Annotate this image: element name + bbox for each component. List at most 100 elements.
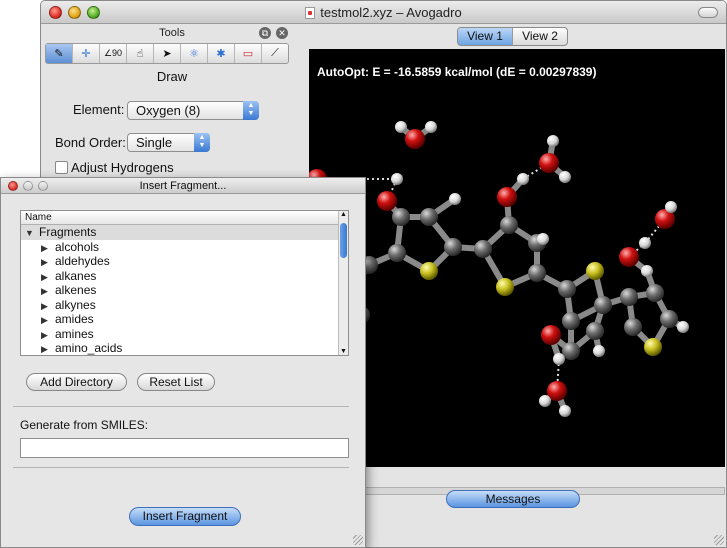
hydrogen-atom[interactable] [639, 237, 651, 249]
hydrogen-atom[interactable] [537, 233, 549, 245]
bond-order-select[interactable]: Single ▲ ▼ [127, 133, 210, 152]
insert-fragment-button[interactable]: Insert Fragment [129, 507, 241, 526]
triangle-down-icon[interactable]: ▼ [25, 226, 39, 240]
panel-float-icon[interactable]: ⧉ [259, 27, 271, 39]
tree-item[interactable]: ▶ amines [21, 327, 348, 342]
bond-order-label: Bond Order: [55, 135, 126, 150]
molecule-viewport[interactable]: AutoOpt: E = -16.5859 kcal/mol (dE = 0.0… [309, 49, 725, 467]
carbon-atom[interactable] [500, 216, 518, 234]
sulfur-atom[interactable] [586, 262, 604, 280]
reset-list-button[interactable]: Reset List [137, 373, 215, 391]
autoopt-tool-button[interactable]: ✱ [208, 44, 235, 63]
carbon-atom[interactable] [660, 310, 678, 328]
tree-item[interactable]: ▶ alkanes [21, 269, 348, 284]
sulfur-atom[interactable] [420, 262, 438, 280]
carbon-atom[interactable] [620, 288, 638, 306]
window-titlebar[interactable]: testmol2.xyz – Avogadro [41, 1, 726, 24]
tree-item-label: amino_acids [55, 341, 123, 355]
carbon-atom[interactable] [624, 318, 642, 336]
bond-centric-tool-button[interactable]: ⟋ [262, 44, 288, 63]
triangle-right-icon[interactable]: ▶ [41, 270, 55, 284]
tab-view-1[interactable]: View 1 [458, 28, 513, 45]
measure-tool-button[interactable]: ∠90 [100, 44, 127, 63]
tree-scrollbar[interactable]: ▲ ▼ [338, 211, 348, 355]
hydrogen-atom[interactable] [449, 193, 461, 205]
hydrogen-atom[interactable] [391, 173, 403, 185]
tree-item[interactable]: ▶ alkenes [21, 283, 348, 298]
carbon-atom[interactable] [594, 296, 612, 314]
scroll-up-arrow-icon[interactable]: ▲ [339, 211, 348, 218]
arrow-cursor-icon: ➤ [162, 48, 172, 60]
tree-item[interactable]: ▶ aldehydes [21, 254, 348, 269]
align-tool-button[interactable]: ▭ [235, 44, 262, 63]
triangle-right-icon[interactable]: ▶ [41, 255, 55, 269]
hydrogen-atom[interactable] [559, 171, 571, 183]
tree-column-header[interactable]: Name [21, 211, 348, 225]
toolbar-toggle-button[interactable] [698, 7, 718, 18]
triangle-right-icon[interactable]: ▶ [41, 299, 55, 313]
tree-root-fragments[interactable]: ▼ Fragments [21, 225, 348, 240]
panel-close-icon[interactable]: ✕ [276, 27, 288, 39]
carbon-atom[interactable] [562, 312, 580, 330]
dialog-resize-grip[interactable] [353, 535, 363, 545]
triangle-right-icon[interactable]: ▶ [41, 241, 55, 255]
hydrogen-atom[interactable] [517, 173, 529, 185]
hydrogen-atom[interactable] [641, 265, 653, 277]
sulfur-atom[interactable] [644, 338, 662, 356]
oxygen-atom[interactable] [377, 191, 397, 211]
navigate-tool-button[interactable]: ✛ [73, 44, 100, 63]
triangle-right-icon[interactable]: ▶ [41, 284, 55, 298]
crosshair-icon: ✛ [81, 48, 91, 60]
select-tool-button[interactable]: ➤ [154, 44, 181, 63]
hydrogen-atom[interactable] [425, 121, 437, 133]
triangle-right-icon[interactable]: ▶ [41, 313, 55, 327]
add-directory-button[interactable]: Add Directory [26, 373, 127, 391]
hydrogen-atom[interactable] [553, 353, 565, 365]
triangle-right-icon[interactable]: ▶ [41, 328, 55, 342]
adjust-hydrogens-checkbox[interactable] [55, 161, 68, 174]
fragment-tree[interactable]: Name ▼ Fragments ▶ alcohols ▶ aldehydes ▶ alka… [20, 210, 349, 356]
tree-item[interactable]: ▶ amino_acids [21, 341, 348, 355]
tree-item[interactable]: ▶ amides [21, 312, 348, 327]
carbon-atom[interactable] [586, 322, 604, 340]
messages-button[interactable]: Messages [446, 490, 580, 508]
smiles-input[interactable] [20, 438, 349, 458]
carbon-atom[interactable] [528, 264, 546, 282]
triangle-right-icon[interactable]: ▶ [41, 342, 55, 355]
element-select[interactable]: Oxygen (8) ▲ ▼ [127, 101, 259, 120]
hydrogen-atom[interactable] [593, 345, 605, 357]
hydrogen-atom[interactable] [559, 405, 571, 417]
hydrogen-atom[interactable] [547, 135, 559, 147]
oxygen-atom[interactable] [619, 247, 639, 267]
dialog-titlebar[interactable]: Insert Fragment... [1, 178, 365, 194]
hydrogen-atom[interactable] [395, 121, 407, 133]
hydrogen-atom[interactable] [677, 321, 689, 333]
carbon-atom[interactable] [444, 238, 462, 256]
scroll-down-arrow-icon[interactable]: ▼ [339, 348, 348, 355]
hydrogen-atom[interactable] [539, 395, 551, 407]
adjust-hydrogens-row[interactable]: Adjust Hydrogens [55, 160, 174, 175]
tree-item[interactable]: ▶ alkynes [21, 298, 348, 313]
molecule-render[interactable] [309, 49, 725, 467]
carbon-atom[interactable] [388, 244, 406, 262]
carbon-atom[interactable] [392, 208, 410, 226]
sulfur-atom[interactable] [496, 278, 514, 296]
tree-item-label: amides [55, 312, 94, 326]
carbon-atom[interactable] [646, 284, 664, 302]
autorotate-tool-button[interactable]: ⚛ [181, 44, 208, 63]
carbon-atom[interactable] [474, 240, 492, 258]
hydrogen-atom[interactable] [665, 201, 677, 213]
tab-view-2[interactable]: View 2 [513, 28, 567, 45]
resize-grip[interactable] [714, 535, 724, 545]
scroll-thumb[interactable] [340, 223, 347, 258]
oxygen-atom[interactable] [539, 153, 559, 173]
draw-tool-button[interactable]: ✎ [46, 44, 73, 63]
carbon-atom[interactable] [558, 280, 576, 298]
oxygen-atom[interactable] [497, 187, 517, 207]
oxygen-atom[interactable] [541, 325, 561, 345]
tree-item-label: alkynes [55, 297, 96, 312]
oxygen-atom[interactable] [405, 129, 425, 149]
carbon-atom[interactable] [420, 208, 438, 226]
manipulate-tool-button[interactable]: ☝ [127, 44, 154, 63]
tree-item[interactable]: ▶ alcohols [21, 240, 348, 255]
